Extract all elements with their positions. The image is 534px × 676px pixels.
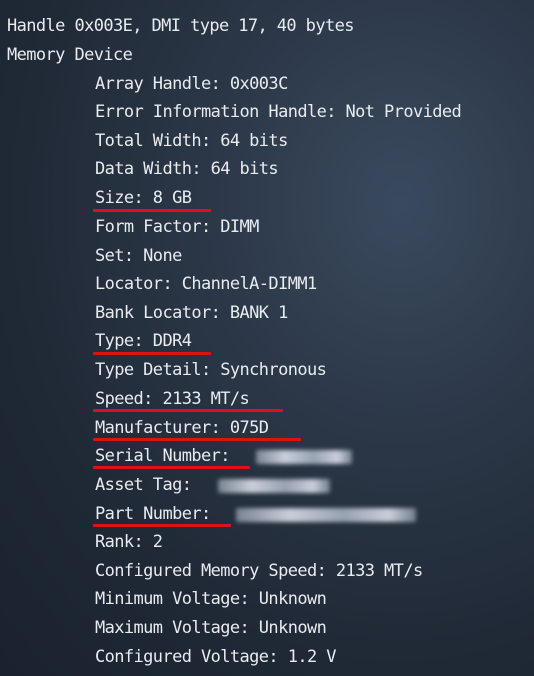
manufacturer-highlight-underline: [93, 438, 301, 441]
field-set: Set: None: [95, 246, 182, 266]
serial-number-highlight-underline: [93, 466, 250, 469]
size-highlight-underline: [93, 209, 211, 212]
terminal-output: Handle 0x003E, DMI type 17, 40 bytes Mem…: [0, 0, 534, 676]
serial-number-redaction: [256, 450, 352, 464]
field-locator: Locator: ChannelA-DIMM1: [95, 274, 317, 294]
field-type: Type: DDR4: [95, 331, 192, 351]
field-type-detail: Type Detail: Synchronous: [95, 360, 327, 380]
field-form-factor: Form Factor: DIMM: [95, 217, 259, 237]
part-number-highlight-underline: [93, 524, 231, 527]
field-data-width: Data Width: 64 bits: [95, 159, 279, 179]
field-maximum-voltage: Maximum Voltage: Unknown: [95, 618, 327, 638]
type-highlight-underline: [93, 352, 211, 355]
field-configured-voltage: Configured Voltage: 1.2 V: [95, 647, 336, 667]
asset-tag-redaction: [218, 479, 330, 493]
field-rank: Rank: 2: [95, 532, 163, 552]
field-total-width: Total Width: 64 bits: [95, 131, 288, 151]
field-error-information-handle: Error Information Handle: Not Provided: [95, 102, 462, 122]
field-minimum-voltage: Minimum Voltage: Unknown: [95, 589, 327, 609]
speed-highlight-underline: [93, 409, 283, 412]
field-bank-locator: Bank Locator: BANK 1: [95, 303, 288, 323]
field-asset-tag: Asset Tag:: [95, 475, 201, 495]
dmi-handle-line: Handle 0x003E, DMI type 17, 40 bytes: [7, 16, 354, 36]
field-array-handle: Array Handle: 0x003C: [95, 74, 288, 94]
part-number-redaction: [236, 508, 416, 522]
field-configured-memory-speed: Configured Memory Speed: 2133 MT/s: [95, 561, 423, 581]
field-size: Size: 8 GB: [95, 188, 192, 208]
memory-device-heading: Memory Device: [7, 45, 133, 65]
